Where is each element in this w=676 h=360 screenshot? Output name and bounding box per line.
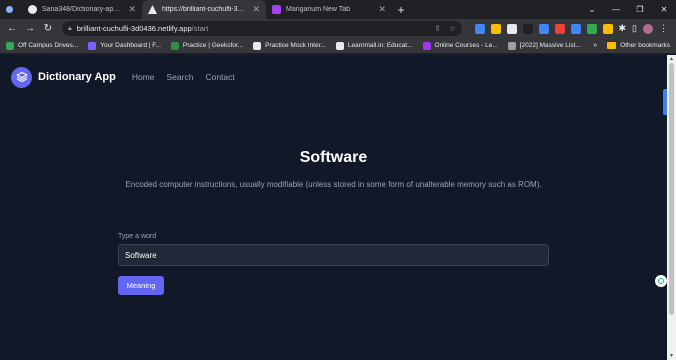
bookmark-item[interactable]: Practice Mock Inter... [253, 41, 326, 50]
window-controls: ⌄ — ❐ ✕ [580, 0, 676, 19]
search-form: Type a word Software Meaning [118, 233, 549, 295]
extension-icon[interactable] [586, 23, 597, 34]
bookmark-favicon-icon [253, 41, 262, 50]
new-tab-button[interactable]: + [392, 0, 410, 19]
restore-icon[interactable]: ❐ [628, 0, 652, 19]
tab-title: https://brilliant-cuchufli-3d0436... [162, 6, 247, 13]
input-label: Type a word [118, 233, 157, 240]
menu-kebab-icon[interactable]: ⋮ [659, 23, 668, 34]
bookmark-favicon-icon [335, 41, 344, 50]
bookmark-label: Practice Mock Inter... [265, 42, 326, 49]
side-panel-icon[interactable]: ▯ [632, 23, 637, 34]
nav-link-contact[interactable]: Contact [205, 72, 234, 82]
floating-assistant-icon[interactable] [655, 275, 667, 287]
bookmarks-overflow-icon[interactable]: » [593, 42, 597, 49]
profile-avatar[interactable] [643, 23, 653, 34]
bookmark-label: Online Courses - Le... [434, 42, 498, 49]
extension-icon[interactable] [506, 23, 517, 34]
tab-search-icon[interactable] [0, 0, 22, 19]
tab-netlify[interactable]: https://brilliant-cuchufli-3d0436... ✕ [142, 0, 266, 19]
manganum-icon [272, 5, 281, 14]
bookmark-favicon-icon [6, 41, 14, 50]
bookmark-label: Your Dashboard | F... [100, 42, 161, 49]
extension-icon[interactable] [602, 23, 613, 34]
folder-icon [607, 42, 617, 49]
bookmark-item[interactable]: Off Campus Drives... [6, 41, 79, 50]
bookmark-label: Off Campus Drives... [18, 42, 79, 49]
tab-manganum[interactable]: Manganum New Tab ✕ [266, 0, 392, 19]
lock-icon: 🔒︎ [68, 24, 72, 32]
forward-icon[interactable]: → [22, 21, 38, 37]
bookmark-favicon-icon [88, 41, 97, 50]
extension-icon[interactable] [570, 23, 581, 34]
bookmark-favicon-icon [422, 41, 431, 50]
bookmark-item[interactable]: Learnmall.in: Educat... [335, 41, 413, 50]
word-input[interactable]: Software [118, 244, 549, 266]
bookmark-favicon-icon [507, 41, 516, 50]
browser-toolbar: ← → ↻ 🔒︎ brilliant-cuchufli-3d0436.netli… [0, 19, 676, 38]
meaning-button[interactable]: Meaning [118, 276, 164, 295]
bookmark-label: Practice | Geeksfor... [182, 42, 244, 49]
other-bookmarks-label: Other bookmarks [620, 42, 670, 49]
bookmark-item[interactable]: [2022] Massive List... [507, 41, 581, 50]
word-definition: Encoded computer instructions, usually m… [125, 180, 542, 189]
bookmarks-bar: Off Campus Drives... Your Dashboard | F..… [0, 38, 676, 54]
tab-strip: Sana348/Dictionary-app: Dictio... ✕ http… [0, 0, 676, 19]
bookmark-item[interactable]: Practice | Geeksfor... [170, 41, 244, 50]
tab-title: Sana348/Dictionary-app: Dictio... [42, 6, 123, 13]
bookmark-star-icon[interactable]: ☆ [449, 24, 456, 33]
word-title: Software [299, 149, 368, 166]
netlify-icon [148, 5, 157, 14]
back-icon[interactable]: ← [4, 21, 20, 37]
navbar: Dictionary App Home Search Contact [0, 55, 667, 99]
minimize-icon[interactable]: — [604, 0, 628, 19]
extension-icon[interactable] [538, 23, 549, 34]
extension-icon[interactable] [522, 23, 533, 34]
extensions-area: ✱ ▯ ⋮ [462, 23, 672, 34]
nav-link-home[interactable]: Home [132, 72, 155, 82]
word-result: Software Encoded computer instructions, … [0, 149, 667, 191]
reload-icon[interactable]: ↻ [40, 21, 56, 37]
browser-chrome: Sana348/Dictionary-app: Dictio... ✕ http… [0, 0, 676, 54]
close-icon[interactable]: ✕ [378, 4, 386, 15]
tab-title: Manganum New Tab [286, 6, 351, 13]
scrollbar-thumb[interactable] [669, 63, 674, 315]
scrollbar[interactable]: ▲ ▼ [667, 55, 676, 360]
close-icon[interactable]: ✕ [252, 4, 260, 15]
bookmark-item[interactable]: Online Courses - Le... [422, 41, 498, 50]
extensions-puzzle-icon[interactable]: ✱ [619, 23, 627, 34]
address-bar[interactable]: 🔒︎ brilliant-cuchufli-3d0436.netlify.app… [62, 21, 462, 36]
layers-logo-icon[interactable] [11, 66, 32, 88]
extension-icon[interactable] [474, 23, 485, 34]
github-icon [28, 5, 37, 14]
share-icon[interactable]: ⇪ [434, 24, 441, 33]
page-viewport: Dictionary App Home Search Contact Softw… [0, 55, 667, 360]
tab-search-icon [6, 6, 13, 13]
extension-icon[interactable] [554, 23, 565, 34]
bookmark-label: Learnmall.in: Educat... [347, 42, 413, 49]
nav-link-search[interactable]: Search [167, 72, 194, 82]
bookmark-favicon-icon [170, 41, 179, 50]
bookmark-item[interactable]: Your Dashboard | F... [88, 41, 161, 50]
bookmark-label: [2022] Massive List... [519, 42, 581, 49]
scroll-down-icon[interactable]: ▼ [669, 353, 674, 359]
close-icon[interactable]: ✕ [128, 4, 136, 15]
close-window-icon[interactable]: ✕ [652, 0, 676, 19]
url-host: brilliant-cuchufli-3d0436.netlify.app [76, 24, 192, 33]
brand-name[interactable]: Dictionary App [38, 71, 116, 83]
tab-github[interactable]: Sana348/Dictionary-app: Dictio... ✕ [22, 0, 142, 19]
tab-search-chevron-icon[interactable]: ⌄ [580, 0, 604, 19]
extension-icon[interactable] [490, 23, 501, 34]
other-bookmarks[interactable]: Other bookmarks [607, 42, 670, 49]
scroll-up-icon[interactable]: ▲ [669, 56, 674, 62]
url-path: /start [191, 24, 209, 33]
